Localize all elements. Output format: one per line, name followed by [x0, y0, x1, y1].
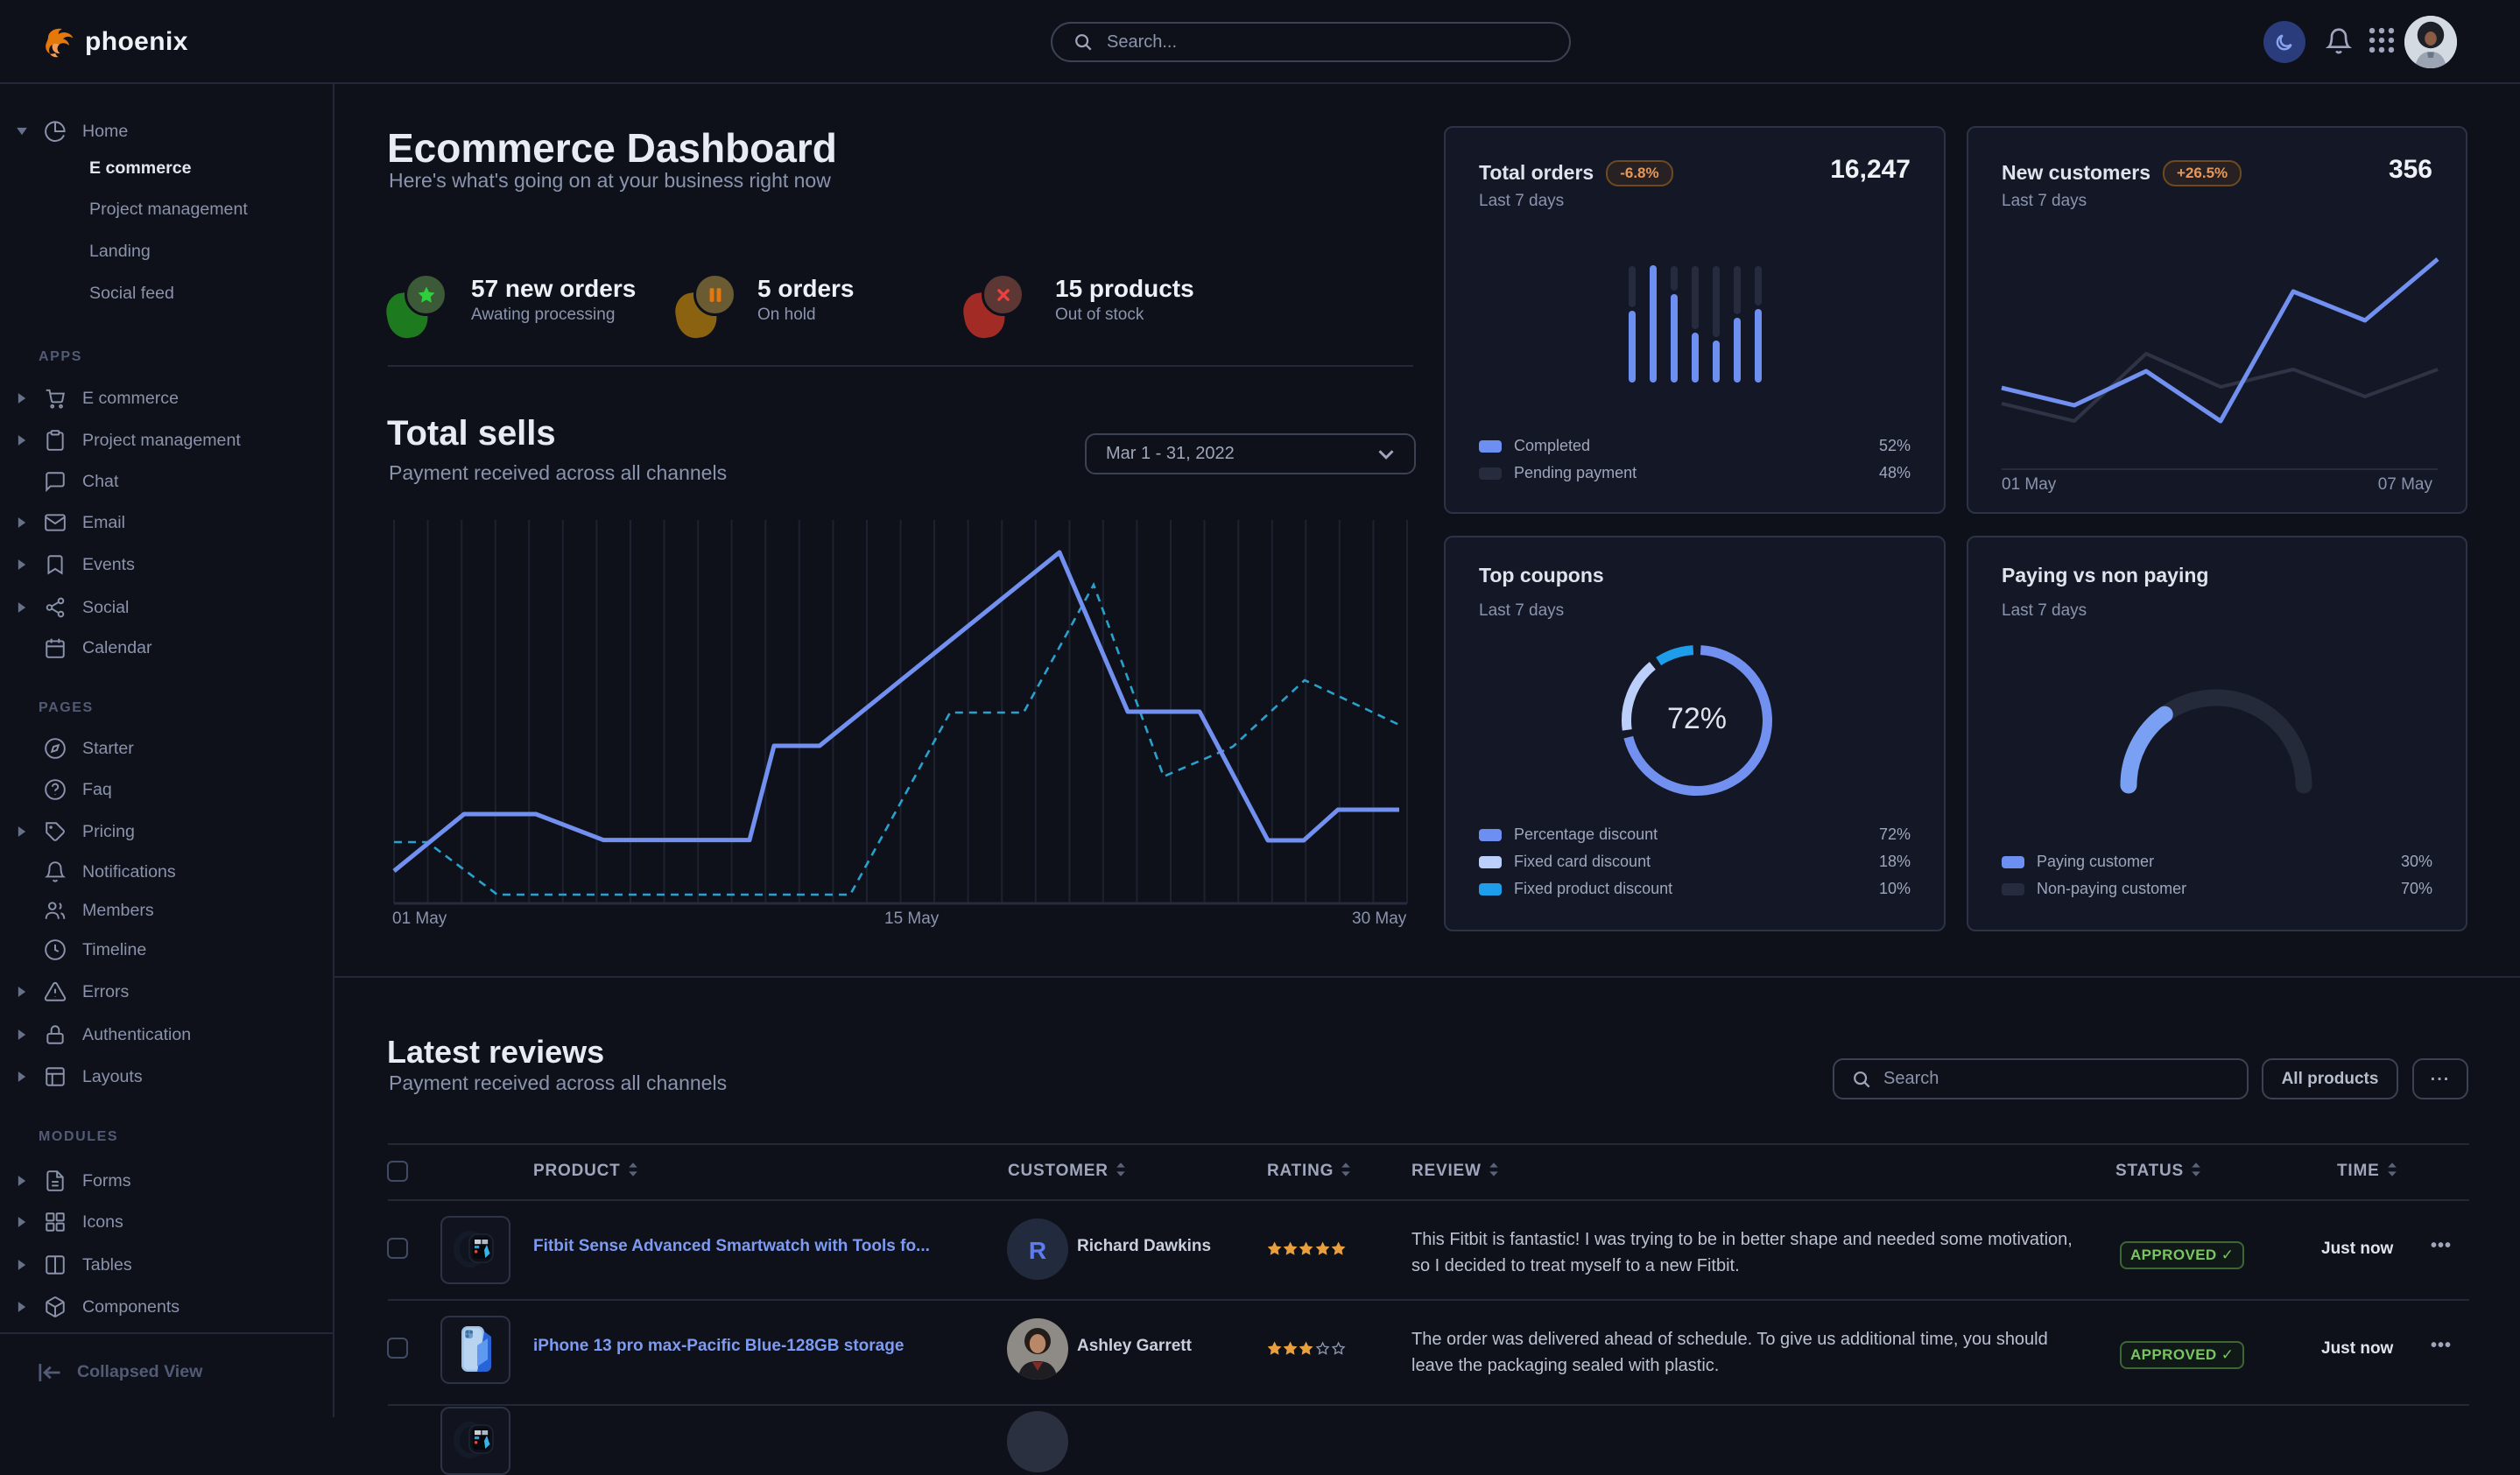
- svg-text:R: R: [1029, 1237, 1046, 1264]
